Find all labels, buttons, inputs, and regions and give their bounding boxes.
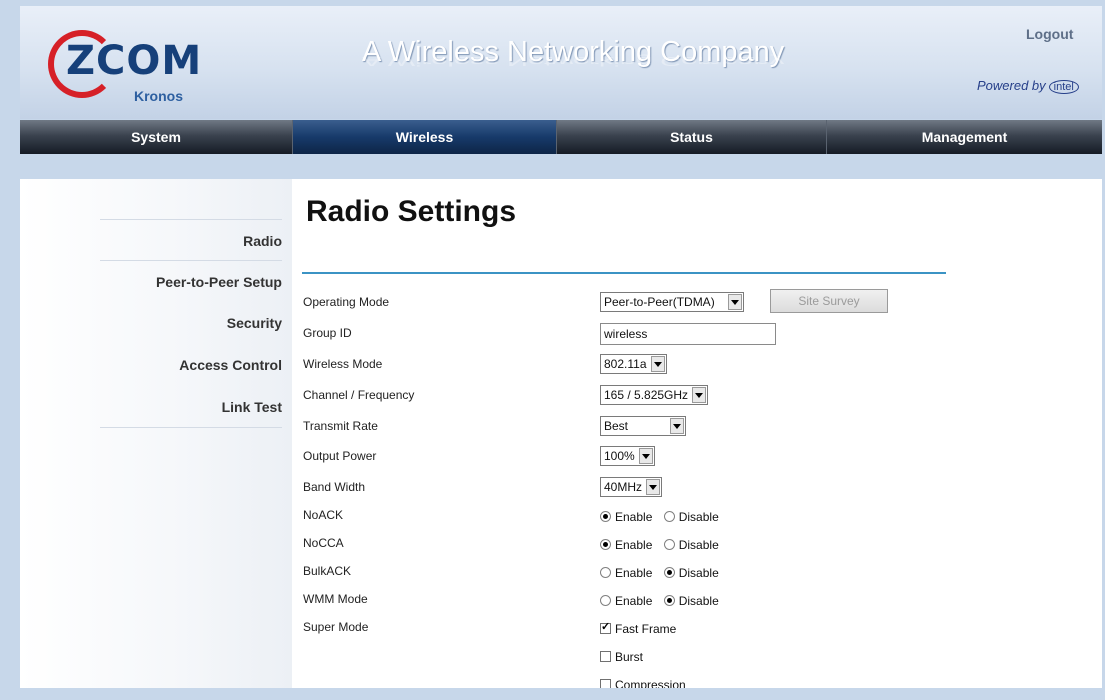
bulkack-disable-radio[interactable] [663, 567, 675, 578]
operating-mode-value: Peer-to-Peer(TDMA) [604, 295, 715, 309]
chevron-down-icon [638, 448, 653, 464]
operating-mode-label: Operating Mode [303, 295, 390, 309]
compression-label: Compression [615, 678, 686, 688]
chevron-down-icon [728, 294, 742, 310]
bulkack-enable-label: Enable [615, 566, 653, 580]
channel-row: 165 / 5.825GHz [600, 385, 709, 405]
nav-management[interactable]: Management [827, 120, 1102, 154]
logout-link[interactable]: Logout [1026, 26, 1073, 42]
transmit-rate-label: Transmit Rate [303, 419, 378, 433]
chevron-down-icon [646, 479, 661, 495]
powered-by-intel: Powered by intel [977, 78, 1079, 94]
bulkack-radio-group: Enable Disable [600, 566, 727, 580]
site-survey-button[interactable]: Site Survey [770, 289, 888, 313]
output-power-select[interactable]: 100% [600, 446, 655, 466]
fast-frame-checkbox[interactable] [600, 620, 611, 634]
main-nav: System Wireless Status Management [20, 120, 1102, 154]
compression-row: Compression [600, 678, 686, 688]
intel-logo: intel [1048, 80, 1079, 94]
group-id-label: Group ID [303, 326, 352, 340]
tagline-reflection: A Wireless Networking Company [362, 53, 785, 68]
bulkack-label: BulkACK [303, 564, 352, 578]
noack-disable-radio[interactable] [663, 511, 675, 522]
output-power-row: 100% [600, 446, 655, 466]
nocca-enable-label: Enable [615, 538, 653, 552]
wmm-mode-label: WMM Mode [303, 592, 368, 606]
operating-mode-row: Peer-to-Peer(TDMA) [600, 292, 744, 312]
sidebar-item-security[interactable]: Security [20, 315, 282, 331]
bulkack-disable-label: Disable [678, 566, 719, 580]
operating-mode-select[interactable]: Peer-to-Peer(TDMA) [600, 292, 744, 312]
nocca-radio-group: Enable Disable [600, 538, 727, 552]
noack-radio-group: Enable Disable [600, 510, 727, 524]
nav-system[interactable]: System [20, 120, 293, 154]
burst-label: Burst [615, 650, 644, 664]
transmit-rate-row: Best [600, 416, 686, 436]
nocca-disable-label: Disable [678, 538, 719, 552]
band-width-label: Band Width [303, 480, 366, 494]
product-name: Kronos [134, 88, 183, 104]
powered-by-label: Powered by [977, 78, 1046, 93]
sidebar: Radio Peer-to-Peer Setup Security Access… [20, 179, 292, 688]
burst-row: Burst [600, 650, 643, 664]
noack-enable-label: Enable [615, 510, 653, 524]
wmm-enable-label: Enable [615, 594, 653, 608]
nocca-enable-radio[interactable] [600, 539, 611, 550]
chevron-down-icon [692, 387, 707, 403]
sidebar-divider [100, 260, 282, 261]
zcom-logo: ZCOM [48, 28, 201, 98]
wmm-enable-radio[interactable] [600, 595, 611, 606]
channel-label: Channel / Frequency [303, 388, 415, 402]
fast-frame-row: Fast Frame [600, 620, 677, 636]
band-width-select[interactable]: 40MHz [600, 477, 663, 497]
wireless-mode-select[interactable]: 802.11a [600, 354, 667, 374]
wmm-disable-radio[interactable] [663, 595, 675, 606]
output-power-label: Output Power [303, 449, 377, 463]
sidebar-divider [100, 219, 282, 220]
wmm-disable-label: Disable [678, 594, 719, 608]
compression-checkbox[interactable] [600, 679, 611, 688]
bulkack-enable-radio[interactable] [600, 567, 611, 578]
transmit-rate-value: Best [604, 419, 629, 433]
nav-wireless[interactable]: Wireless [293, 120, 557, 154]
title-divider [302, 272, 946, 274]
channel-select[interactable]: 165 / 5.825GHz [600, 385, 709, 405]
sidebar-item-peer-to-peer-setup[interactable]: Peer-to-Peer Setup [20, 274, 282, 290]
page-title: Radio Settings [306, 195, 517, 228]
output-power-value: 100% [604, 449, 635, 463]
sidebar-item-link-test[interactable]: Link Test [20, 399, 282, 415]
chevron-down-icon [670, 418, 684, 434]
logo-text: ZCOM [66, 38, 203, 84]
nocca-disable-radio[interactable] [663, 539, 675, 550]
noack-disable-label: Disable [678, 510, 719, 524]
wireless-mode-value: 802.11a [604, 357, 647, 371]
noack-enable-radio[interactable] [600, 511, 611, 522]
wireless-mode-label: Wireless Mode [303, 357, 383, 371]
channel-value: 165 / 5.825GHz [604, 388, 689, 402]
chevron-down-icon [650, 356, 665, 372]
fast-frame-label: Fast Frame [615, 622, 677, 636]
group-id-input[interactable]: wireless [600, 323, 776, 345]
band-width-value: 40MHz [604, 480, 643, 494]
noack-label: NoACK [303, 508, 344, 522]
sidebar-item-access-control[interactable]: Access Control [20, 357, 282, 373]
nav-status[interactable]: Status [557, 120, 827, 154]
transmit-rate-select[interactable]: Best [600, 416, 686, 436]
band-width-row: 40MHz [600, 477, 663, 497]
wireless-mode-row: 802.11a [600, 354, 667, 374]
wmm-mode-radio-group: Enable Disable [600, 594, 727, 608]
content-panel: Radio Peer-to-Peer Setup Security Access… [20, 179, 1102, 688]
sidebar-item-radio[interactable]: Radio [20, 233, 282, 249]
group-id-row: wireless [600, 323, 776, 345]
burst-checkbox[interactable] [600, 651, 611, 662]
nocca-label: NoCCA [303, 536, 344, 550]
super-mode-label: Super Mode [303, 620, 369, 634]
sidebar-divider [100, 427, 282, 428]
